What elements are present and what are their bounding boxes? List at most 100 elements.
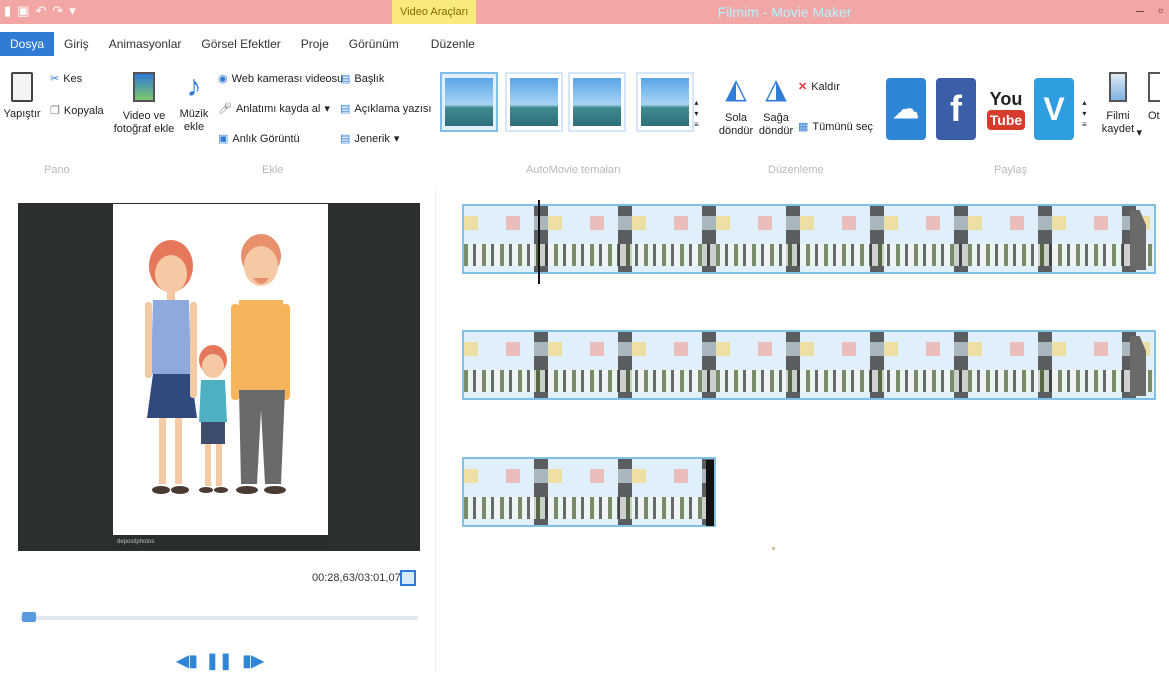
fullscreen-preview-icon[interactable] <box>400 570 416 586</box>
minimize-icon[interactable]: – <box>1136 2 1144 18</box>
stray-pixel <box>772 547 775 550</box>
ribbon-tabs: Dosya Giriş Animasyonlar Görsel Efektler… <box>0 32 1169 56</box>
chevron-up-icon: ▴ <box>694 98 699 107</box>
pane-divider[interactable] <box>435 190 436 670</box>
pause-icon: ❚❚ <box>205 653 233 670</box>
webcam-icon: ◉ <box>218 73 228 85</box>
theme-thumbnail-2[interactable] <box>505 72 563 132</box>
remove-icon: ✕ <box>798 81 808 93</box>
credits-icon: ▤ <box>340 133 351 145</box>
previous-frame-button[interactable]: ◀▮ <box>174 648 200 674</box>
share-scroll[interactable]: ▴ ▾ ≡ <box>1082 98 1087 129</box>
youtube-share-button[interactable]: You Tube <box>986 78 1026 140</box>
save-movie-button[interactable]: Filmi kaydet ▾ <box>1096 72 1142 139</box>
clip-end-marker <box>706 460 714 526</box>
add-video-photo-button[interactable]: Video ve fotoğraf ekle <box>112 72 176 136</box>
theme-preview <box>573 78 621 126</box>
cut-button[interactable]: ✂ Kes <box>50 72 82 86</box>
title-icon: ▤ <box>340 73 351 85</box>
snapshot-button[interactable]: ▣ Anlık Görüntü <box>218 132 300 146</box>
preview-frame: depositphotos <box>113 204 328 549</box>
chevron-up-icon: ▴ <box>1082 98 1087 107</box>
pause-button[interactable]: ❚❚ <box>205 648 233 674</box>
group-label-automovie-themes: AutoMovie temaları <box>526 164 621 176</box>
tab-file[interactable]: Dosya <box>0 32 55 56</box>
cloud-icon: ☁ <box>893 93 919 124</box>
tab-view[interactable]: Görünüm <box>339 32 409 56</box>
record-narration-button[interactable]: 🎤︎ Anlatımı kayda al ▾ <box>218 102 330 116</box>
rotate-right-button[interactable]: ◮ Sağa döndür <box>756 72 796 138</box>
rotate-left-icon: ◭ <box>725 73 747 104</box>
next-frame-icon: ▮▶ <box>242 653 264 670</box>
facebook-icon: f <box>950 88 962 129</box>
ribbon: Yapıştır ✂ Kes ❐ Kopyala Pano Video ve fot… <box>0 58 1169 186</box>
theme-thumbnail-4[interactable] <box>636 72 694 132</box>
theme-preview <box>510 78 558 126</box>
playhead[interactable] <box>538 200 540 284</box>
rotate-left-button[interactable]: ◭ Sola döndür <box>716 72 756 138</box>
youtube-icon-top: You <box>989 88 1023 109</box>
save-movie-icon <box>1109 72 1127 102</box>
webcam-video-button[interactable]: ◉ Web kamerası videosu <box>218 72 343 86</box>
more-icon: ≡ <box>1082 120 1087 129</box>
add-music-button[interactable]: ♪ Müzik ekle <box>176 70 212 134</box>
copy-icon: ❐ <box>50 105 60 117</box>
rotate-right-icon: ◮ <box>765 73 787 104</box>
onedrive-share-button[interactable]: ☁ <box>886 78 926 140</box>
paste-button[interactable]: Yapıştır <box>2 72 42 121</box>
previous-frame-icon: ◀▮ <box>176 653 198 670</box>
select-all-icon: ▦ <box>798 121 809 133</box>
theme-thumbnail-3[interactable] <box>568 72 626 132</box>
caption-button[interactable]: ▤ Açıklama yazısı <box>340 102 431 116</box>
playback-timecode: 00:28,63/03:01,07 <box>312 572 401 584</box>
title-bar: ▮ ▣ ↶ ↷ ▾ Video Araçları Filmim - Movie … <box>0 0 1169 24</box>
title-button[interactable]: ▤ Başlık <box>340 72 384 86</box>
vimeo-icon: V <box>1043 90 1065 127</box>
group-label-clipboard: Pano <box>44 164 70 176</box>
snapshot-icon: ▣ <box>218 133 229 145</box>
themes-scroll[interactable]: ▴ ▾ ≡ <box>694 98 699 129</box>
clipboard-icon <box>11 72 33 102</box>
tab-visual-effects[interactable]: Görsel Efektler <box>191 32 290 56</box>
chevron-down-icon: ▾ <box>393 133 400 145</box>
more-icon: ≡ <box>694 120 699 129</box>
tab-edit[interactable]: Düzenle <box>421 32 485 56</box>
tab-project[interactable]: Proje <box>291 32 339 56</box>
credits-button[interactable]: ▤ Jenerik ▾ <box>340 132 400 146</box>
timeline-clip-row-3[interactable] <box>462 457 716 527</box>
timeline-clip-row-2[interactable] <box>462 330 1156 400</box>
scissors-icon: ✂ <box>50 73 60 85</box>
group-label-add: Ekle <box>262 164 284 176</box>
microphone-icon: 🎤︎ <box>218 103 232 115</box>
theme-preview <box>445 78 493 126</box>
chevron-down-icon: ▾ <box>1082 109 1087 118</box>
vimeo-share-button[interactable]: V <box>1034 78 1074 140</box>
sign-in-button[interactable]: Ot <box>1148 72 1169 123</box>
remove-button[interactable]: ✕ Kaldır <box>798 80 840 94</box>
group-label-editing: Düzenleme <box>768 164 824 176</box>
tab-home[interactable]: Giriş <box>54 32 99 56</box>
music-note-icon: ♪ <box>186 70 202 103</box>
window-controls: – ▫ <box>1136 2 1163 18</box>
chevron-down-icon: ▾ <box>324 103 330 115</box>
theme-preview <box>641 78 689 126</box>
copy-button[interactable]: ❐ Kopyala <box>50 104 104 118</box>
tab-animations[interactable]: Animasyonlar <box>99 32 192 56</box>
chevron-down-icon: ▾ <box>1136 127 1142 139</box>
next-frame-button[interactable]: ▮▶ <box>240 648 266 674</box>
filmstrip-photo-icon <box>133 72 155 102</box>
maximize-icon[interactable]: ▫ <box>1158 2 1163 18</box>
video-preview[interactable]: depositphotos <box>18 203 420 551</box>
chevron-down-icon: ▾ <box>694 109 699 118</box>
caption-icon: ▤ <box>340 103 351 115</box>
account-icon <box>1148 72 1160 102</box>
watermark-strip: depositphotos <box>113 535 328 549</box>
group-label-share: Paylaş <box>994 164 1028 176</box>
theme-thumbnail-1[interactable] <box>440 72 498 132</box>
facebook-share-button[interactable]: f <box>936 78 976 140</box>
seek-bar[interactable] <box>20 616 418 620</box>
select-all-button[interactable]: ▦ Tümünü seç <box>798 120 873 134</box>
family-illustration <box>145 234 290 494</box>
timeline-clip-row-1[interactable] <box>462 204 1156 274</box>
seek-handle[interactable] <box>22 612 36 622</box>
